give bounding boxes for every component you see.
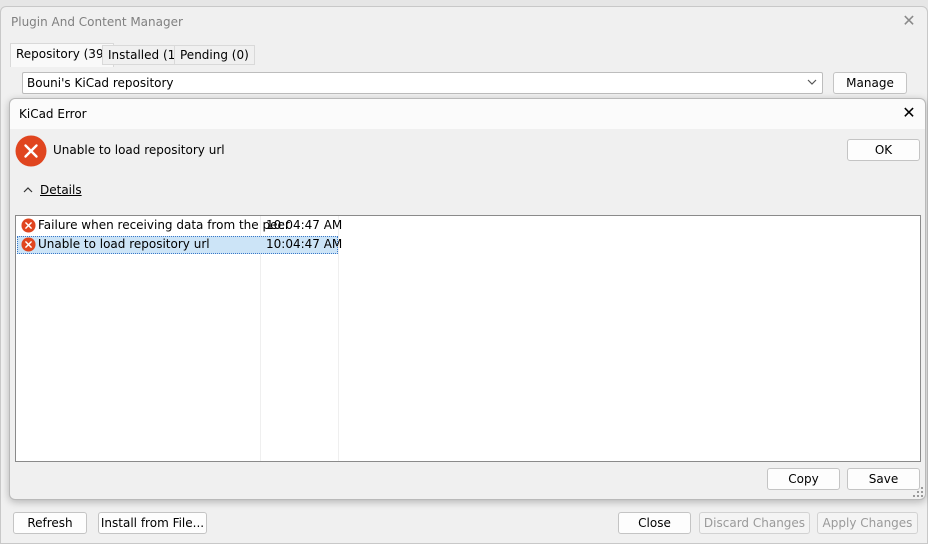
log-message: Unable to load repository url	[38, 237, 210, 251]
resize-grip-icon[interactable]	[913, 487, 923, 497]
refresh-button[interactable]: Refresh	[13, 512, 87, 534]
manager-close-icon[interactable]: ✕	[901, 11, 917, 31]
install-from-file-button[interactable]: Install from File...	[98, 512, 207, 534]
error-dialog-title: KiCad Error	[19, 107, 87, 121]
chevron-down-icon	[805, 73, 819, 93]
log-row[interactable]: Failure when receiving data from the pee…	[17, 217, 342, 235]
save-button[interactable]: Save	[847, 468, 920, 490]
manager-title: Plugin And Content Manager	[11, 15, 183, 29]
error-circle-x-icon	[21, 237, 36, 252]
manager-titlebar: Plugin And Content Manager ✕	[1, 7, 927, 37]
log-row-selected[interactable]: Unable to load repository url 10:04:47 A…	[17, 236, 342, 254]
log-message: Failure when receiving data from the pee…	[38, 218, 290, 232]
log-time: 10:04:47 AM	[266, 237, 343, 251]
tab-pending[interactable]: Pending (0)	[174, 45, 255, 65]
repository-dropdown[interactable]: Bouni's KiCad repository	[22, 72, 823, 94]
tab-repository[interactable]: Repository (39)	[10, 43, 115, 67]
error-circle-x-icon	[21, 218, 36, 233]
log-time: 10:04:47 AM	[266, 218, 343, 232]
error-dialog-close-icon[interactable]: ✕	[901, 103, 917, 123]
column-separator	[338, 216, 339, 461]
apply-changes-button[interactable]: Apply Changes	[817, 512, 918, 534]
error-dialog-titlebar: KiCad Error ✕	[10, 99, 925, 129]
repository-selected-value: Bouni's KiCad repository	[27, 76, 174, 90]
error-log-list[interactable]: Failure when receiving data from the pee…	[15, 215, 921, 462]
copy-button[interactable]: Copy	[767, 468, 840, 490]
error-circle-x-icon	[15, 135, 47, 167]
details-label: Details	[40, 183, 82, 197]
close-button[interactable]: Close	[618, 512, 691, 534]
ok-button[interactable]: OK	[847, 139, 920, 161]
error-message: Unable to load repository url	[53, 143, 225, 157]
manage-button[interactable]: Manage	[833, 72, 907, 94]
discard-changes-button[interactable]: Discard Changes	[699, 512, 810, 534]
chevron-up-icon	[23, 183, 35, 197]
kicad-error-dialog: KiCad Error ✕ Unable to load repository …	[9, 98, 926, 500]
